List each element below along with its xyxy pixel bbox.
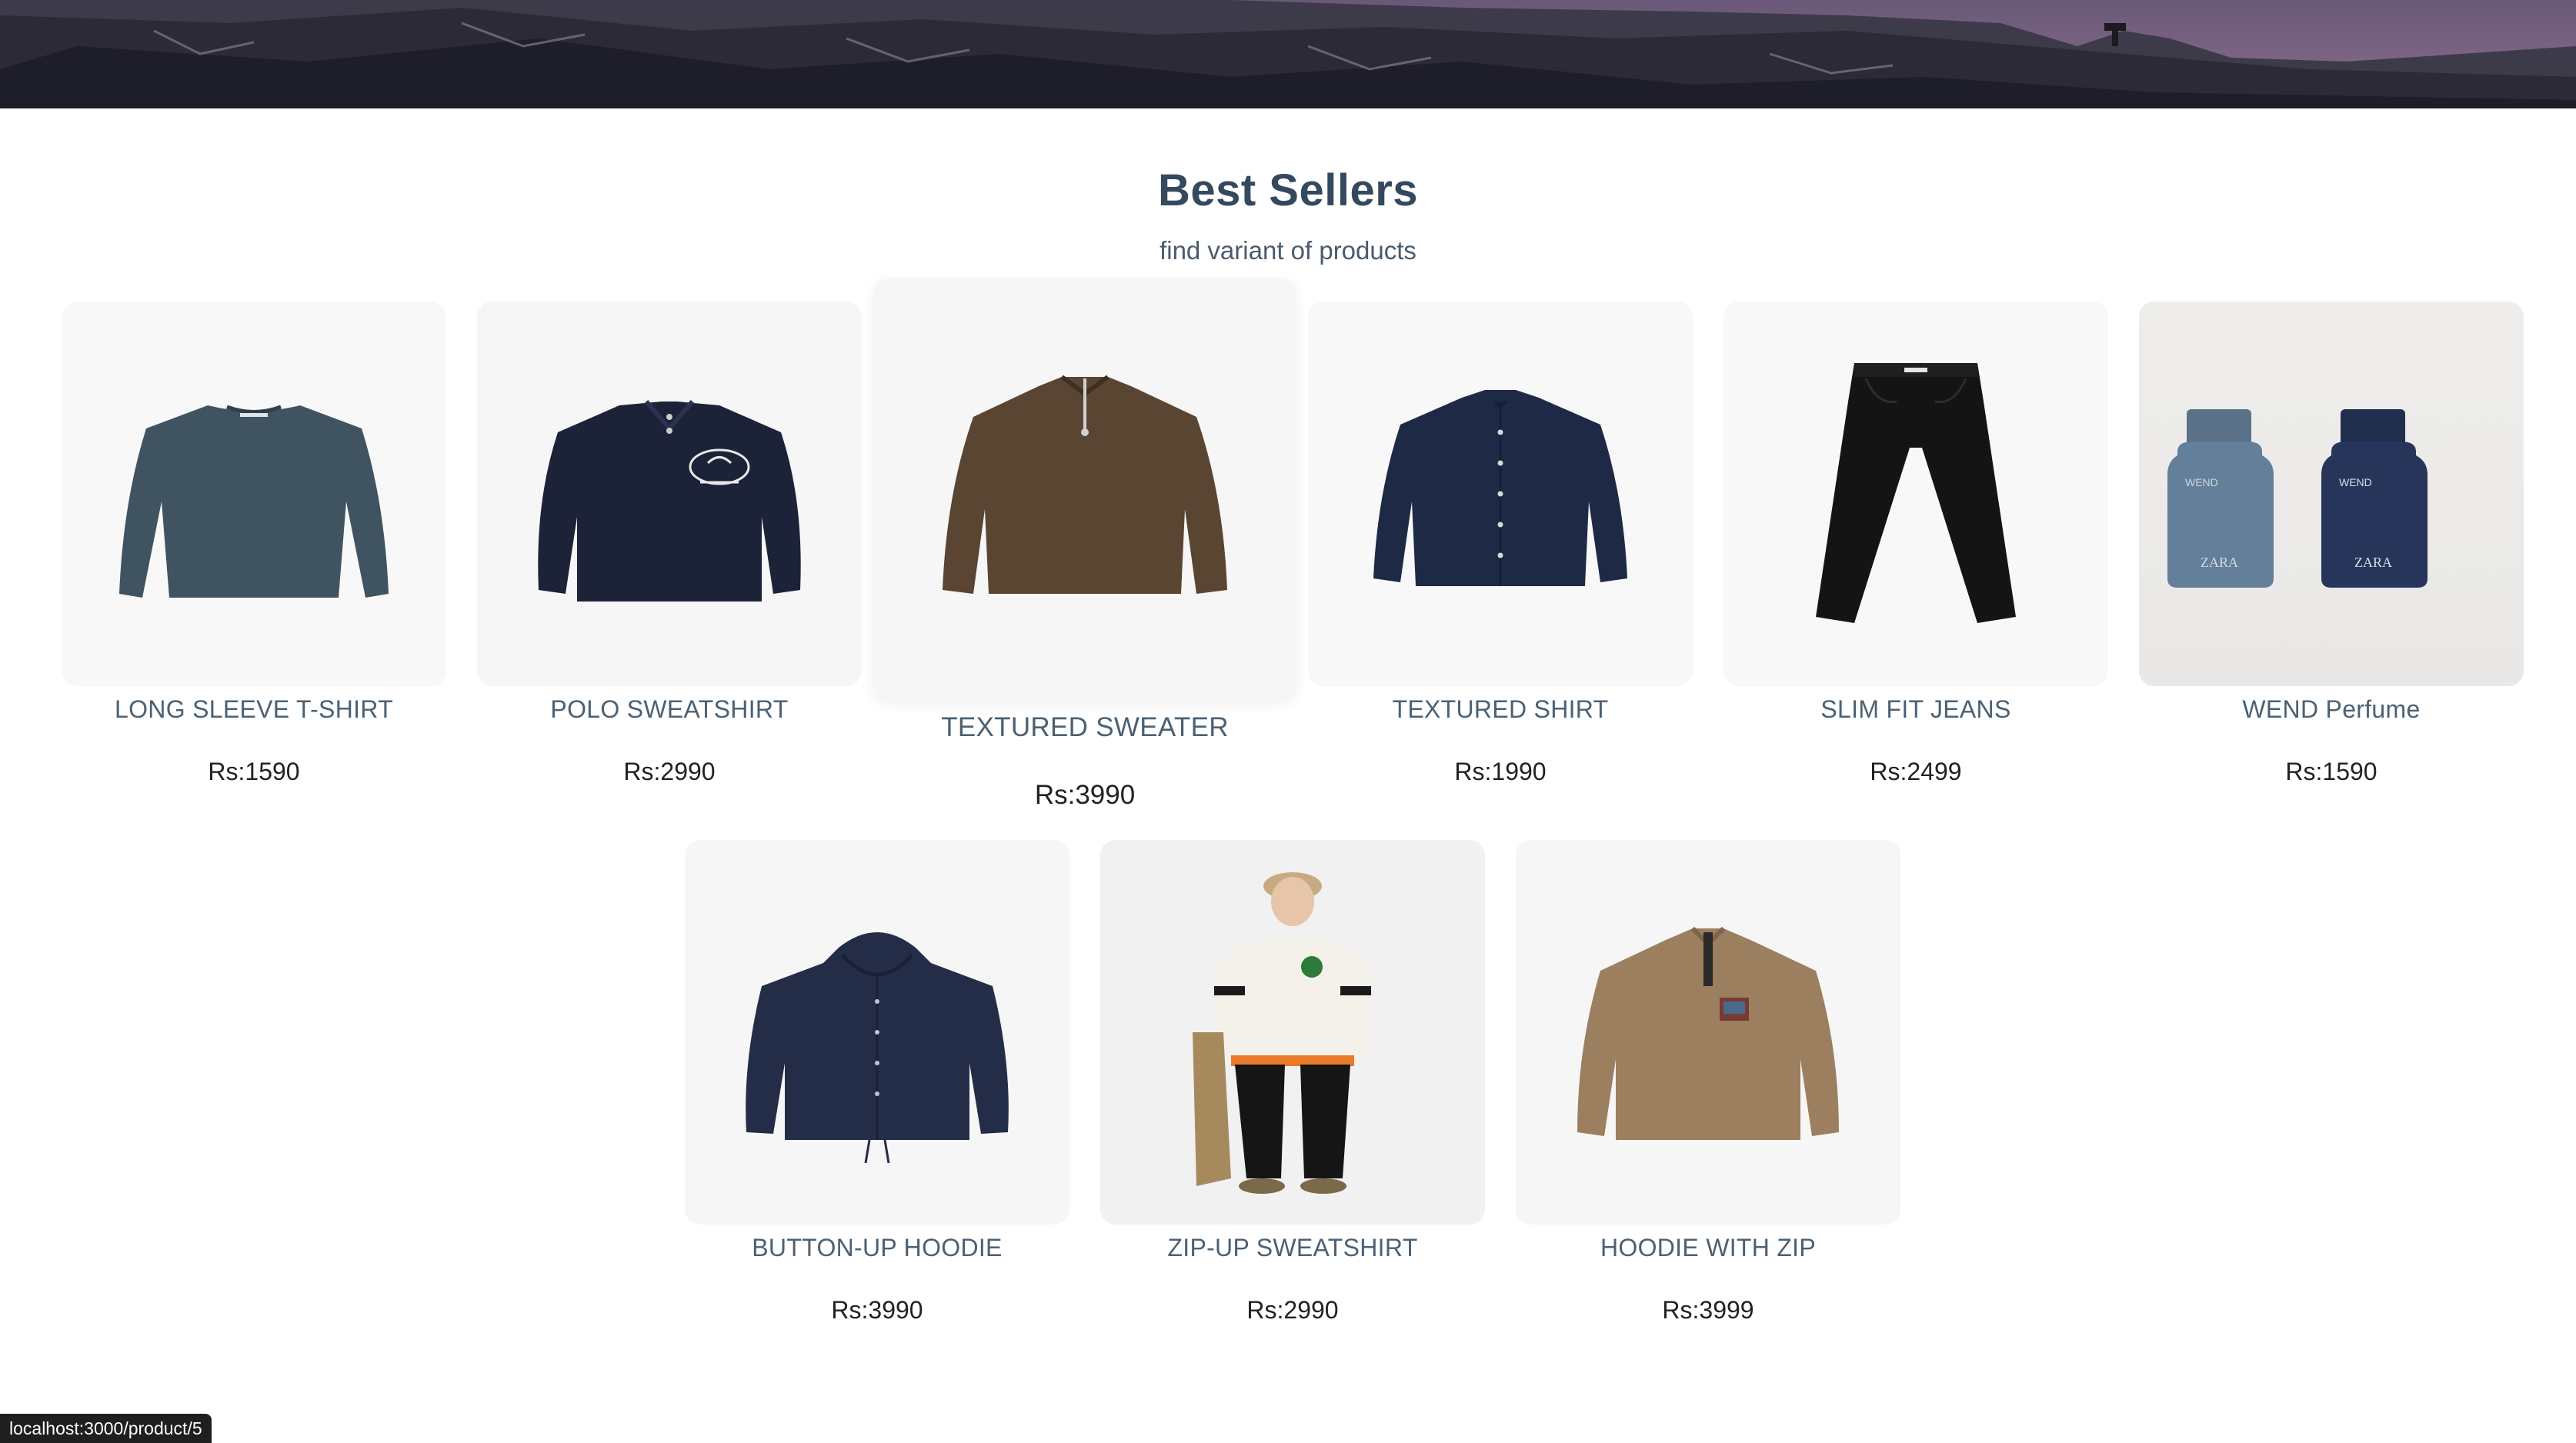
product-card[interactable]: ZIP-UP SWEATSHIRT Rs:2990 bbox=[1100, 840, 1485, 1325]
product-card[interactable]: HOODIE WITH ZIP Rs:3999 bbox=[1516, 840, 1900, 1325]
product-name[interactable]: TEXTURED SHIRT bbox=[1308, 695, 1693, 724]
hero-banner bbox=[0, 0, 2576, 108]
product-name[interactable]: WEND Perfume bbox=[2139, 695, 2524, 724]
product-image[interactable] bbox=[873, 278, 1296, 702]
perfume-brand-label: ZARA bbox=[2354, 555, 2392, 570]
product-price: Rs:2990 bbox=[1246, 1296, 1339, 1324]
product-card[interactable]: TEXTURED SHIRT Rs:1990 bbox=[1308, 302, 1693, 786]
product-price: Rs:2499 bbox=[1870, 758, 1962, 785]
product-price: Rs:1590 bbox=[208, 758, 300, 785]
product-price: Rs:3990 bbox=[1034, 780, 1136, 810]
product-card[interactable]: WEND WEND ZARA ZARA WEND Perfume Rs:1590 bbox=[2139, 302, 2524, 786]
product-price: Rs:3990 bbox=[831, 1296, 923, 1324]
section-subtitle: find variant of products bbox=[1160, 236, 1416, 265]
perfume-line-label: WEND bbox=[2185, 476, 2218, 488]
status-bar-url: localhost:3000/product/5 bbox=[0, 1414, 212, 1443]
product-name[interactable]: HOODIE WITH ZIP bbox=[1516, 1234, 1900, 1262]
product-price: Rs:1590 bbox=[2285, 758, 2377, 785]
perfume-brand-label: ZARA bbox=[2201, 555, 2238, 570]
section-title: Best Sellers bbox=[1157, 165, 1419, 215]
product-image[interactable] bbox=[1100, 840, 1485, 1225]
product-image[interactable] bbox=[477, 302, 862, 686]
sweatshirt-icon bbox=[538, 400, 801, 602]
jeans-icon bbox=[1816, 363, 2016, 623]
product-name[interactable]: ZIP-UP SWEATSHIRT bbox=[1100, 1234, 1485, 1262]
product-name[interactable]: TEXTURED SWEATER bbox=[873, 712, 1296, 743]
hoodie-icon bbox=[746, 932, 1009, 1164]
mountain-landscape-image bbox=[0, 0, 2576, 108]
product-name[interactable]: LONG SLEEVE T-SHIRT bbox=[62, 695, 446, 724]
product-image[interactable] bbox=[62, 302, 446, 686]
zip-sweater-icon bbox=[943, 375, 1227, 594]
product-image[interactable] bbox=[685, 840, 1069, 1225]
zip-hoodie-icon bbox=[1577, 926, 1839, 1140]
model-photo-icon bbox=[1193, 872, 1371, 1194]
tshirt-icon bbox=[119, 405, 389, 598]
product-name[interactable]: SLIM FIT JEANS bbox=[1723, 695, 2108, 724]
product-price: Rs:3999 bbox=[1662, 1296, 1754, 1324]
product-card-hovered[interactable]: TEXTURED SWEATER Rs:3990 bbox=[873, 278, 1296, 811]
perfume-line-label: WEND bbox=[2339, 476, 2372, 488]
perfume-bottles-icon: WEND WEND ZARA ZARA bbox=[2167, 409, 2428, 588]
shirt-icon bbox=[1373, 390, 1627, 586]
product-card[interactable]: SLIM FIT JEANS Rs:2499 bbox=[1723, 302, 2108, 786]
product-card[interactable]: LONG SLEEVE T-SHIRT Rs:1590 bbox=[62, 302, 446, 786]
product-price: Rs:2990 bbox=[623, 758, 716, 785]
product-image[interactable] bbox=[1516, 840, 1900, 1225]
product-image[interactable] bbox=[1308, 302, 1693, 686]
product-image[interactable] bbox=[1723, 302, 2108, 686]
product-card[interactable]: BUTTON-UP HOODIE Rs:3990 bbox=[685, 840, 1069, 1325]
product-card[interactable]: POLO SWEATSHIRT Rs:2990 bbox=[477, 302, 862, 786]
product-price: Rs:1990 bbox=[1454, 758, 1547, 785]
product-name[interactable]: BUTTON-UP HOODIE bbox=[685, 1234, 1069, 1262]
product-image[interactable]: WEND WEND ZARA ZARA bbox=[2139, 302, 2524, 686]
product-name[interactable]: POLO SWEATSHIRT bbox=[477, 695, 862, 724]
